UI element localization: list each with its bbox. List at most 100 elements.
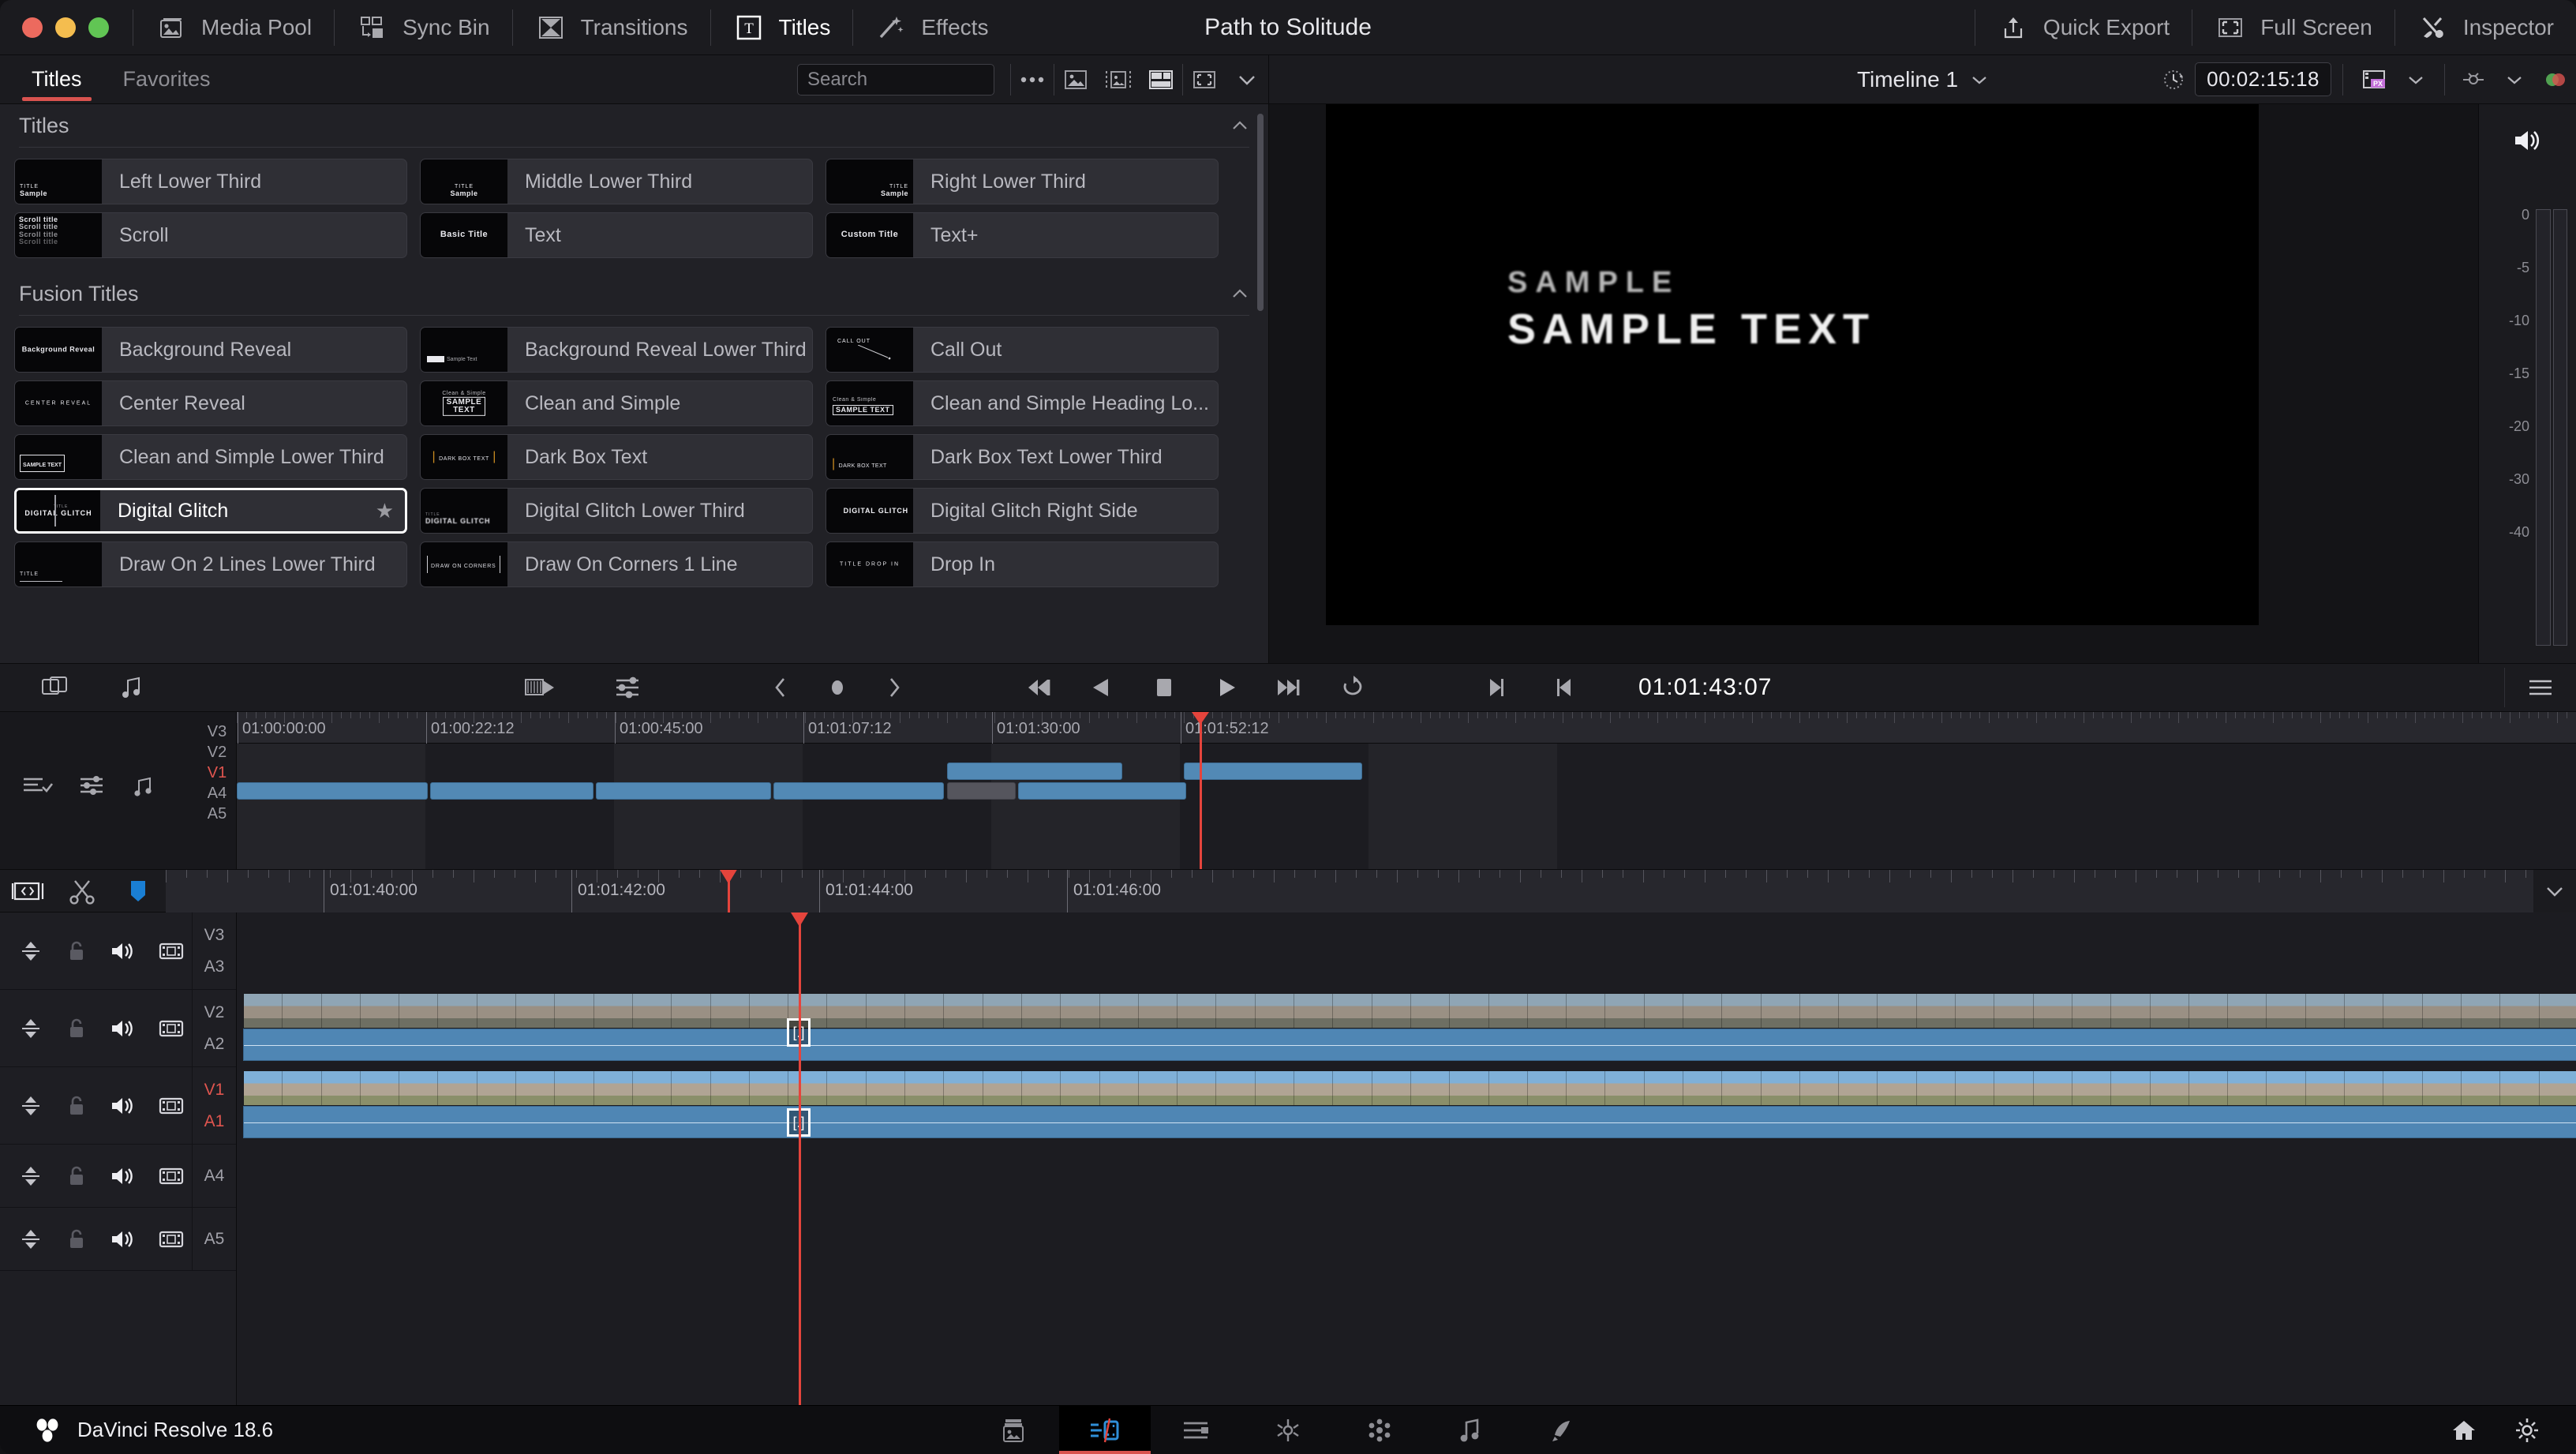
title-template-item[interactable]: Background Reveal Background Reveal xyxy=(14,327,407,373)
prev-edit-icon[interactable] xyxy=(1539,663,1588,712)
track-header[interactable]: V1 A1 xyxy=(0,1067,236,1145)
track-height-icon[interactable] xyxy=(17,939,44,964)
track-height-icon[interactable] xyxy=(17,1164,44,1189)
timeline-selector[interactable]: Timeline 1 xyxy=(1857,67,1988,92)
video-preview[interactable]: SAMPLE SAMPLE TEXT xyxy=(1326,104,2259,625)
title-template-item[interactable]: TITLE DIGITAL GLITCH Digital Glitch ★ xyxy=(14,488,407,534)
insert-clip-icon[interactable] xyxy=(516,663,565,712)
chevron-up-icon[interactable] xyxy=(1230,287,1249,300)
home-icon[interactable] xyxy=(2450,1418,2478,1443)
overview-clip[interactable] xyxy=(947,763,1122,780)
timeline-view-options-icon[interactable] xyxy=(21,774,54,800)
filmstrip-view-icon[interactable] xyxy=(1097,55,1140,104)
minimize-window-button[interactable] xyxy=(55,17,76,38)
chevron-down-icon[interactable] xyxy=(2494,55,2535,104)
overview-clip[interactable] xyxy=(237,782,428,800)
audio-waveform-icon[interactable] xyxy=(133,774,163,800)
video-enable-icon[interactable] xyxy=(158,1095,185,1117)
track-height-icon[interactable] xyxy=(17,1093,44,1119)
overview-playhead[interactable] xyxy=(1192,712,1209,869)
track-height-icon[interactable] xyxy=(17,1227,44,1252)
title-template-item[interactable]: Scroll title Scroll title Scroll title Scro… xyxy=(14,212,407,258)
razor-edit-icon[interactable] xyxy=(55,870,110,912)
tab-titles[interactable]: Titles xyxy=(11,55,103,104)
overview-body[interactable]: 01:00:00:00 01:00:22:12 01:00:45:00 01:01:0… xyxy=(237,712,2576,869)
library-section-header[interactable]: Fusion Titles xyxy=(0,272,1268,315)
project-settings-icon[interactable] xyxy=(2513,1417,2541,1444)
video-enable-icon[interactable] xyxy=(158,1165,185,1187)
thumbnail-view-icon[interactable] xyxy=(1054,55,1097,104)
video-clip[interactable] xyxy=(243,1070,2576,1106)
color-page-icon[interactable] xyxy=(1334,1406,1425,1454)
quick-export-button[interactable]: Quick Export xyxy=(1975,0,2192,55)
track-header[interactable]: A5 xyxy=(0,1208,236,1271)
title-template-item[interactable]: DRAW ON CORNERS Draw On Corners 1 Line xyxy=(420,542,813,587)
timeline-playhead[interactable] xyxy=(791,912,808,1405)
chevron-down-icon[interactable] xyxy=(2533,869,2576,912)
title-template-item[interactable]: CENTER REVEAL Center Reveal xyxy=(14,380,407,426)
mute-icon[interactable] xyxy=(109,1227,137,1251)
play-reverse-icon[interactable] xyxy=(1076,663,1125,712)
viewer-options-icon[interactable] xyxy=(2453,55,2494,104)
track-height-icon[interactable] xyxy=(17,1016,44,1041)
search-input[interactable] xyxy=(807,68,984,91)
prev-marker-icon[interactable] xyxy=(756,663,805,712)
timeline-ruler[interactable]: 01:01:40:00 01:01:42:00 01:01:44:00 01:01:4… xyxy=(166,869,2533,912)
title-template-item[interactable]: SAMPLE TEXT Clean and Simple Lower Third xyxy=(14,434,407,480)
full-screen-button[interactable]: Full Screen xyxy=(2192,0,2394,55)
track-clips-area[interactable]: [.][.] xyxy=(237,912,2576,1405)
title-template-item[interactable]: TITLE Sample Left Lower Third xyxy=(14,159,407,204)
trim-edit-mode-icon[interactable] xyxy=(0,870,55,912)
stop-icon[interactable] xyxy=(1140,663,1189,712)
mute-icon[interactable] xyxy=(109,1094,137,1118)
search-box[interactable] xyxy=(797,63,994,96)
sync-bin-button[interactable]: Sync Bin xyxy=(335,0,512,55)
chevron-down-icon[interactable] xyxy=(1971,74,1988,85)
chevron-down-icon[interactable] xyxy=(1226,55,1268,104)
next-edit-icon[interactable] xyxy=(1473,663,1522,712)
title-template-item[interactable]: | DARK BOX TEXT Dark Box Text Lower Third xyxy=(826,434,1219,480)
tab-favorites[interactable]: Favorites xyxy=(103,55,231,104)
source-viewer-icon[interactable] xyxy=(32,663,80,712)
lock-icon[interactable] xyxy=(65,1093,88,1119)
title-template-item[interactable]: Clean & Simple SAMPLE TEXT Clean and Simpl… xyxy=(826,380,1219,426)
video-enable-icon[interactable] xyxy=(158,1017,185,1040)
track-height-icon[interactable] xyxy=(77,774,109,800)
cut-page-icon[interactable] xyxy=(1059,1405,1151,1454)
library-section-header[interactable]: Titles xyxy=(0,104,1268,147)
jump-to-end-icon[interactable] xyxy=(1266,663,1315,712)
title-template-item[interactable]: Sample Text Background Reveal Lower Third xyxy=(420,327,813,373)
edit-page-icon[interactable] xyxy=(1151,1406,1242,1454)
list-view-icon[interactable] xyxy=(1140,55,1182,104)
deliver-page-icon[interactable] xyxy=(1517,1406,1608,1454)
color-tag-icon[interactable] xyxy=(2535,55,2576,104)
title-template-item[interactable]: TITLE DROP IN Drop In xyxy=(826,542,1219,587)
track-header[interactable]: A4 xyxy=(0,1145,236,1208)
jump-to-start-icon[interactable] xyxy=(1013,663,1062,712)
close-window-button[interactable] xyxy=(22,17,43,38)
title-template-item[interactable]: Basic Title Text xyxy=(420,212,813,258)
marker-icon[interactable] xyxy=(813,663,862,712)
overview-ruler[interactable]: 01:00:00:00 01:00:22:12 01:00:45:00 01:01:0… xyxy=(237,712,2576,744)
favorite-star-icon[interactable]: ★ xyxy=(376,499,394,523)
audio-viewer-icon[interactable] xyxy=(112,663,161,712)
chevron-down-icon[interactable] xyxy=(2395,55,2436,104)
window-controls[interactable] xyxy=(0,17,133,38)
video-enable-icon[interactable] xyxy=(158,940,185,962)
overview-clip[interactable] xyxy=(430,782,593,800)
overview-clip[interactable] xyxy=(596,782,771,800)
overview-clip[interactable] xyxy=(1184,763,1362,780)
pixel-aspect-icon[interactable]: PX xyxy=(2354,55,2395,104)
effects-button[interactable]: Effects xyxy=(853,0,1010,55)
loop-icon[interactable] xyxy=(1329,663,1378,712)
overview-clip[interactable] xyxy=(773,782,944,800)
media-page-icon[interactable] xyxy=(968,1406,1059,1454)
lock-icon[interactable] xyxy=(65,939,88,964)
chevron-up-icon[interactable] xyxy=(1230,119,1249,132)
overview-clip[interactable] xyxy=(947,782,1016,800)
overview-clip[interactable] xyxy=(1018,782,1186,800)
hamburger-menu-icon[interactable] xyxy=(2505,663,2576,712)
options-icon[interactable] xyxy=(1011,55,1054,104)
titles-button[interactable]: T Titles xyxy=(711,0,853,55)
title-template-item[interactable]: Clean & Simple SAMPLE TEXT Clean and Simple xyxy=(420,380,813,426)
